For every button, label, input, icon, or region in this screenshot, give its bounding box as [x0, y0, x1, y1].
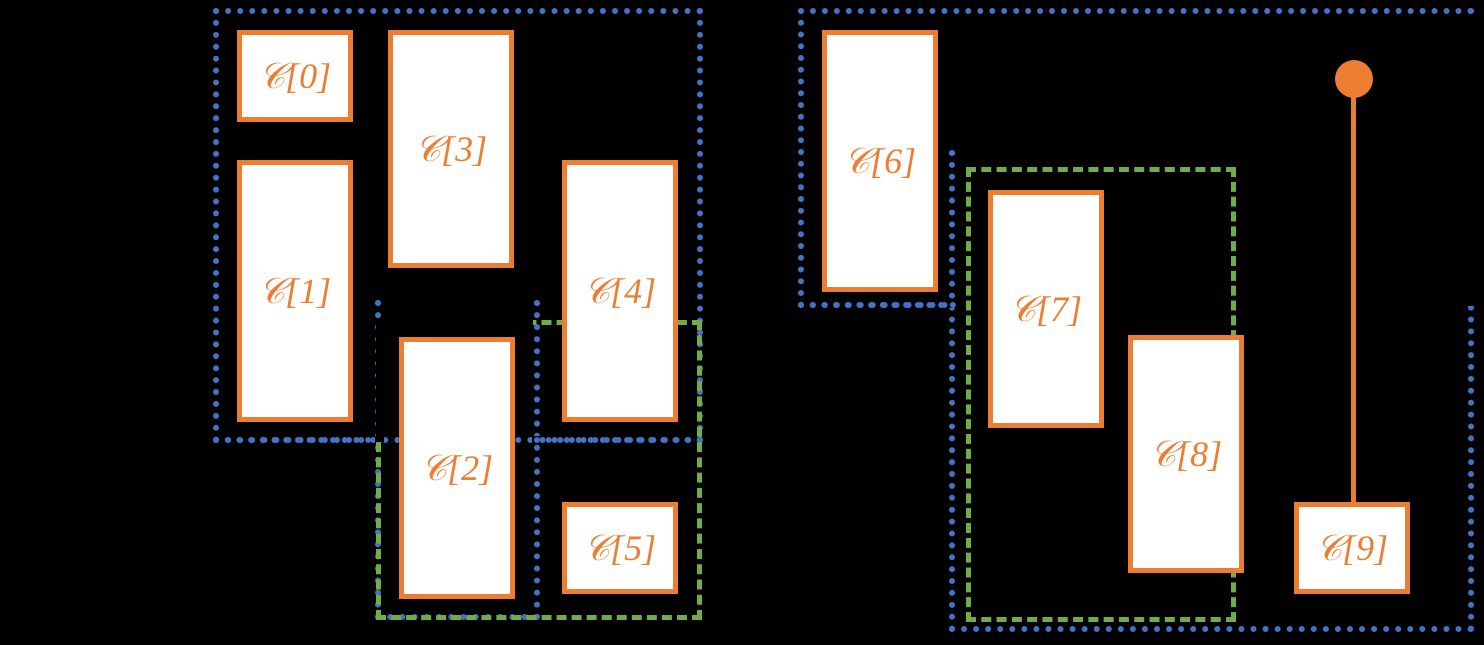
box-c5: 𝒞[5]: [562, 502, 678, 594]
box-c8: 𝒞[8]: [1128, 335, 1244, 573]
left-green-mask-side: [376, 320, 384, 442]
diagram-stage: 𝒞[0] 𝒞[1] 𝒞[2] 𝒞[3] 𝒞[4] 𝒞[5] 𝒞[6] 𝒞[7] …: [0, 0, 1484, 645]
right-blue-mask-b: [1466, 14, 1476, 306]
label-c7: 𝒞[7]: [1010, 288, 1082, 331]
left-green-mask-top: [381, 320, 533, 328]
pin-dot: [1335, 60, 1373, 98]
label-c9: 𝒞[9]: [1316, 527, 1388, 570]
label-c6: 𝒞[6]: [844, 140, 916, 183]
box-c0: 𝒞[0]: [237, 30, 353, 122]
right-blue-bottom-left-seg: [798, 302, 956, 308]
box-c3: 𝒞[3]: [388, 30, 514, 268]
box-c7: 𝒞[7]: [988, 190, 1104, 428]
left-blue-bottom-left-seg: [213, 437, 383, 443]
label-c4: 𝒞[4]: [584, 270, 656, 313]
box-c4: 𝒞[4]: [562, 160, 678, 422]
label-c2: 𝒞[2]: [421, 447, 493, 490]
box-c9: 𝒞[9]: [1294, 502, 1410, 594]
label-c5: 𝒞[5]: [584, 527, 656, 570]
label-c8: 𝒞[8]: [1150, 433, 1222, 476]
box-c1: 𝒞[1]: [237, 160, 353, 422]
right-blue-mask-a: [955, 150, 1468, 160]
left-blue-mask-1: [381, 300, 534, 310]
pin-line: [1351, 85, 1356, 505]
label-c3: 𝒞[3]: [415, 128, 487, 171]
box-c2: 𝒞[2]: [399, 337, 515, 599]
label-c0: 𝒞[0]: [259, 55, 331, 98]
label-c1: 𝒞[1]: [259, 270, 331, 313]
box-c6: 𝒞[6]: [822, 30, 938, 292]
